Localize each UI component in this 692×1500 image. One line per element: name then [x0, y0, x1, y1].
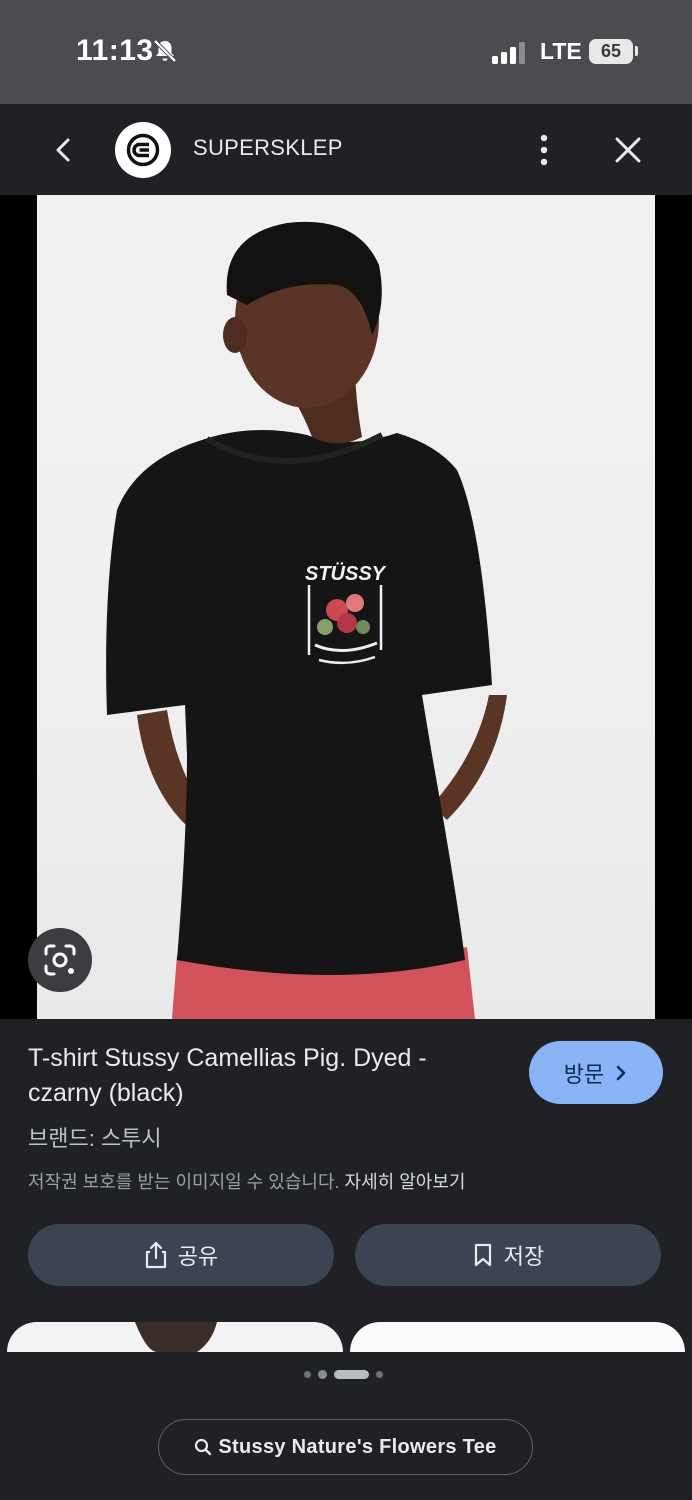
lens-icon [44, 944, 76, 976]
visit-button[interactable]: 방문 [529, 1041, 663, 1104]
network-type: LTE [540, 38, 582, 64]
status-time: 11:13 [76, 34, 154, 67]
site-name[interactable]: SUPERSKLEP [193, 135, 343, 161]
carousel-dot-active [334, 1370, 369, 1379]
battery-indicator: 65 [589, 39, 633, 64]
save-button[interactable]: 저장 [355, 1224, 661, 1286]
product-image[interactable]: STÜSSY [37, 195, 655, 1019]
copyright-text: 저작권 보호를 받는 이미지일 수 있습니다. [28, 1172, 340, 1192]
related-image-card[interactable] [350, 1322, 685, 1352]
more-vert-icon[interactable] [528, 130, 560, 170]
site-logo[interactable] [115, 122, 171, 178]
search-icon [195, 1438, 212, 1456]
cellular-signal-icon [492, 42, 525, 64]
related-image-thumbnail [135, 1322, 217, 1352]
product-brand: 브랜드: 스투시 [28, 1126, 162, 1151]
visit-button-label: 방문 [563, 1061, 605, 1087]
carousel-indicator [304, 1370, 383, 1379]
battery-nub [635, 46, 638, 56]
share-button-label: 공유 [177, 1244, 219, 1269]
superisklep-logo-icon [126, 133, 160, 167]
image-viewer: STÜSSY [0, 195, 692, 1019]
status-bar: 11:13 LTE 65 [0, 0, 692, 104]
shirt-print-text: STÜSSY [305, 562, 387, 585]
related-image-card[interactable] [7, 1322, 343, 1352]
learn-more-link[interactable]: 자세히 알아보기 [345, 1172, 466, 1192]
share-icon [145, 1241, 166, 1269]
product-info-panel: T-shirt Stussy Camellias Pig. Dyed - cza… [0, 1019, 692, 1500]
save-button-label: 저장 [503, 1244, 545, 1269]
copyright-notice: 저작권 보호를 받는 이미지일 수 있습니다. 자세히 알아보기 [28, 1168, 465, 1194]
viewer-top-bar: SUPERSKLEP [0, 104, 692, 195]
carousel-dot [318, 1370, 327, 1379]
share-button[interactable]: 공유 [28, 1224, 334, 1286]
search-query: Stussy Nature's Flowers Tee [218, 1435, 497, 1458]
chevron-right-icon [616, 1065, 626, 1080]
bell-off-icon [153, 39, 177, 63]
bookmark-icon [474, 1243, 491, 1267]
google-lens-button[interactable] [28, 928, 92, 992]
related-search-chip[interactable]: Stussy Nature's Flowers Tee [158, 1419, 533, 1475]
back-button[interactable] [46, 132, 82, 168]
carousel-dot [304, 1371, 311, 1378]
close-icon[interactable] [608, 130, 648, 170]
product-photo: STÜSSY [106, 221, 507, 1019]
carousel-dot [376, 1371, 383, 1378]
product-title[interactable]: T-shirt Stussy Camellias Pig. Dyed - cza… [28, 1041, 468, 1111]
